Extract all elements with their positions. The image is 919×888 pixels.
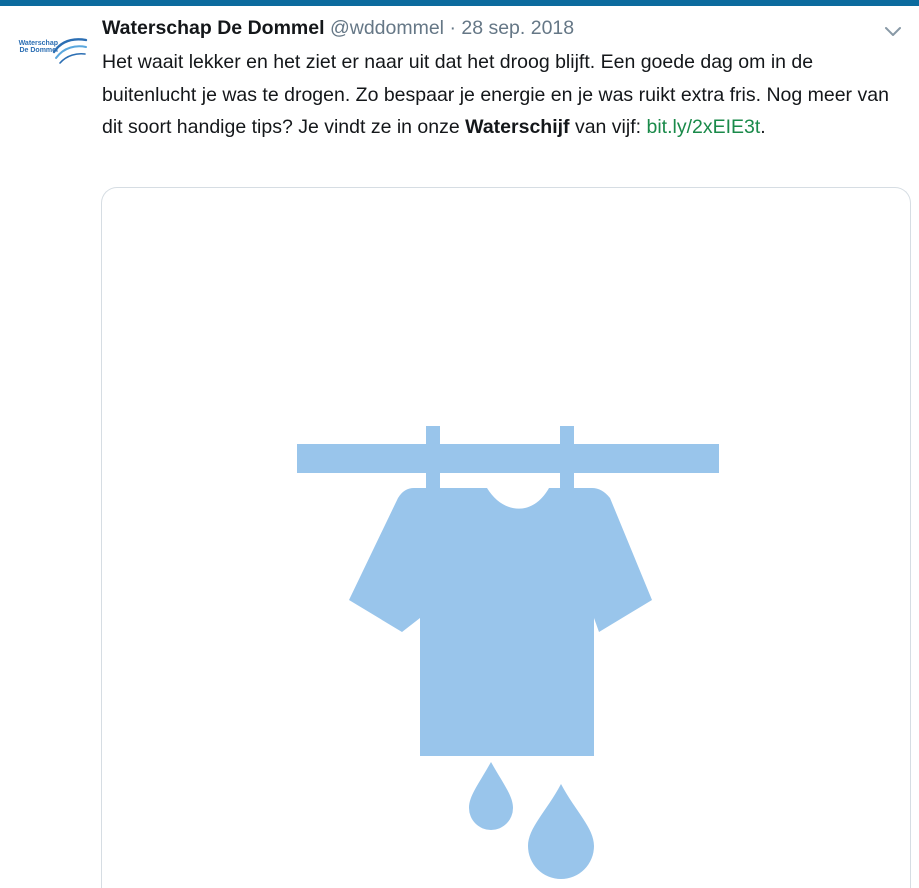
author-name[interactable]: Waterschap De Dommel xyxy=(102,17,325,39)
media-card[interactable] xyxy=(101,187,911,888)
avatar-wordmark: Waterschap De Dommel xyxy=(6,40,58,54)
author-handle[interactable]: @wddommel xyxy=(330,17,444,39)
tweet-text-end: . xyxy=(760,116,766,138)
tweet-header: Waterschap De Dommel @wddommel · 28 sep.… xyxy=(102,14,574,42)
tweet-text-part2: van vijf: xyxy=(569,116,647,138)
chevron-down-icon[interactable] xyxy=(884,26,902,38)
water-drop-large xyxy=(528,784,594,879)
wave-logo-icon xyxy=(52,38,88,64)
avatar[interactable]: Waterschap De Dommel xyxy=(6,28,88,70)
clothespin-right xyxy=(560,426,574,494)
tweet[interactable]: Waterschap De Dommel Waterschap De Domme… xyxy=(0,6,919,888)
clothesline xyxy=(297,444,719,473)
tweet-link[interactable]: bit.ly/2xEIE3t xyxy=(646,116,760,138)
tweet-date[interactable]: 28 sep. 2018 xyxy=(461,17,574,39)
header-separator: · xyxy=(449,17,456,39)
tshirt xyxy=(349,488,652,756)
tweet-text-bold: Waterschijf xyxy=(465,116,570,138)
clothespin-left xyxy=(426,426,440,494)
tweet-text: Het waait lekker en het ziet er naar uit… xyxy=(102,46,908,144)
avatar-text-line2: De Dommel xyxy=(19,47,58,54)
avatar-text-line1: Waterschap xyxy=(18,40,58,47)
water-drop-small xyxy=(469,762,513,830)
tshirt-on-clothesline-icon xyxy=(297,426,719,879)
